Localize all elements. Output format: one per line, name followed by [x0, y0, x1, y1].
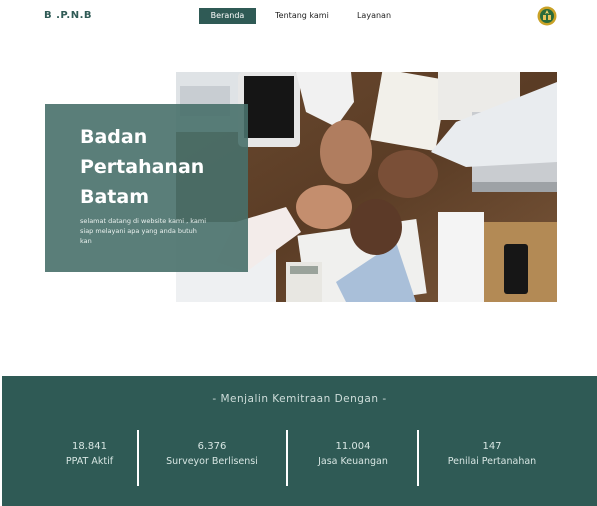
- stat-label: Penilai Pertanahan: [447, 456, 537, 467]
- hero-subtitle: selamat datang di website kami , kami si…: [80, 217, 207, 245]
- stat-surveyor: 6.376 Surveyor Berlisensi: [152, 440, 272, 480]
- hero-card: Badan Pertahanan Batam selamat datang di…: [45, 104, 248, 272]
- stat-jasa-keuangan: 11.004 Jasa Keuangan: [298, 440, 408, 480]
- hero-title-line-1: Badan: [80, 126, 148, 148]
- stat-value: 6.376: [197, 441, 227, 452]
- navbar: B .P.N.B Beranda Tentang kami Layanan: [0, 0, 597, 34]
- stat-label: PPAT Aktif: [65, 456, 114, 467]
- government-seal-icon[interactable]: [537, 6, 557, 26]
- stat-penilai: 147 Penilai Pertanahan: [427, 440, 557, 480]
- partners-heading: - Menjalin Kemitraan Dengan -: [212, 393, 387, 405]
- stat-label: Surveyor Berlisensi: [166, 456, 258, 467]
- stat-label: Jasa Keuangan: [318, 456, 388, 467]
- nav-tentang-kami[interactable]: Tentang kami: [268, 8, 336, 24]
- hero-title: Badan Pertahanan Batam: [80, 122, 250, 212]
- partners-section: - Menjalin Kemitraan Dengan - 18.841 PPA…: [2, 376, 597, 506]
- stat-divider: [286, 430, 288, 486]
- stat-ppat: 18.841 PPAT Aktif: [42, 440, 137, 480]
- hero-title-line-3: Batam: [80, 186, 150, 208]
- nav-layanan[interactable]: Layanan: [348, 8, 400, 24]
- stat-value: 147: [482, 441, 502, 452]
- brand-logo-text[interactable]: B .P.N.B: [44, 10, 92, 21]
- nav-beranda[interactable]: Beranda: [199, 8, 256, 24]
- stat-divider: [417, 430, 419, 486]
- stat-value: 18.841: [72, 441, 107, 452]
- hero-title-line-2: Pertahanan: [80, 156, 205, 178]
- stat-divider: [137, 430, 139, 486]
- stat-value: 11.004: [335, 441, 371, 452]
